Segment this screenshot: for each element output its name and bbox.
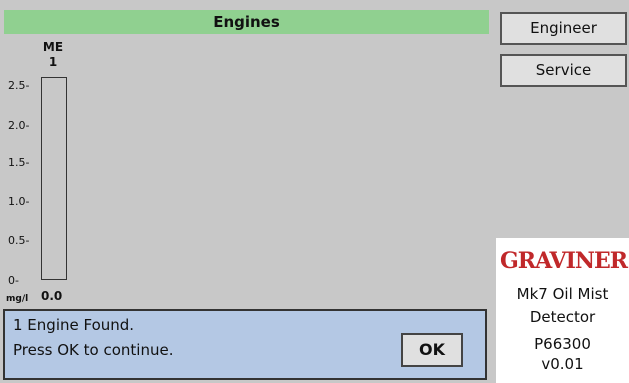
engines-panel: Engines ME 1 2.5- 2.0- 1.5- 1.0- 0.5- 0-… — [0, 0, 496, 383]
product-name-line1: Mk7 Oil Mist — [516, 285, 609, 303]
unit-label: mg/l — [6, 294, 29, 304]
page-title: Engines — [4, 10, 489, 34]
engine-name-line2: 1 — [48, 55, 58, 69]
engineer-button[interactable]: Engineer — [500, 12, 627, 45]
version: v0.01 — [541, 355, 584, 373]
y-tick-label: 2.5- — [8, 79, 30, 92]
brand-panel: GRAVINER Mk7 Oil Mist Detector P66300 v0… — [496, 238, 629, 383]
ok-button[interactable]: OK — [401, 333, 463, 367]
y-tick-label: 0.5- — [8, 234, 30, 247]
engine-value: 0.0 — [41, 289, 63, 303]
product-name-line2: Detector — [529, 308, 596, 326]
sidebar: Engineer Service GRAVINER Mk7 Oil Mist D… — [496, 0, 629, 383]
engine-level-bar[interactable] — [41, 77, 67, 280]
y-tick-label: 2.0- — [8, 119, 30, 132]
message-line-2: Press OK to continue. — [13, 341, 174, 359]
y-tick-label: 1.0- — [8, 195, 30, 208]
y-tick-label: 0- — [8, 274, 19, 287]
service-button[interactable]: Service — [500, 54, 627, 87]
message-dialog: 1 Engine Found. Press OK to continue. OK — [3, 309, 487, 380]
engine-name-line1: ME — [42, 40, 64, 54]
message-line-1: 1 Engine Found. — [13, 316, 135, 334]
y-tick-label: 1.5- — [8, 156, 30, 169]
part-number: P66300 — [534, 335, 591, 353]
graviner-logo: GRAVINER — [500, 248, 628, 274]
